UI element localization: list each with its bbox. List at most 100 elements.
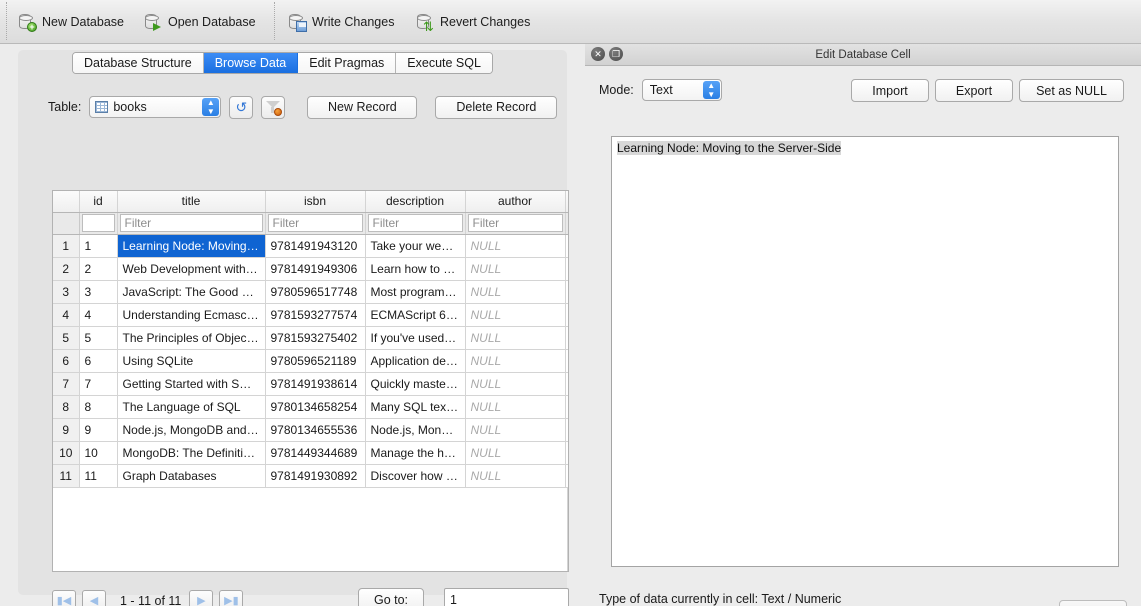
cell-isbn[interactable]: 9781491938614	[265, 372, 366, 396]
row-header[interactable]: 2	[53, 257, 80, 281]
data-grid[interactable]: id title isbn description author Filter F…	[52, 190, 569, 572]
cell-author[interactable]: NULL	[465, 372, 566, 396]
table-dropdown[interactable]: books ▲ ▼	[89, 96, 222, 118]
cell-id[interactable]: 7	[79, 372, 118, 396]
tab-browse-data[interactable]: Browse Data	[203, 53, 299, 73]
filter-cell-isbn[interactable]: Filter	[265, 212, 366, 235]
table-row[interactable]: 5 5 The Principles of Object-O... 978159327…	[53, 326, 568, 350]
tab-execute-sql[interactable]: Execute SQL	[396, 53, 492, 73]
row-header[interactable]: 1	[53, 234, 80, 258]
cell-description[interactable]: Quickly master ...	[365, 372, 466, 396]
cell-title[interactable]: The Principles of Object-O...	[117, 326, 266, 350]
goto-input[interactable]: 1	[444, 588, 569, 606]
cell-title[interactable]: Understanding Ecmascript 6	[117, 303, 266, 327]
row-header[interactable]: 6	[53, 349, 80, 373]
cell-title[interactable]: The Language of SQL	[117, 395, 266, 419]
column-header-author[interactable]: author	[465, 191, 566, 213]
table-row[interactable]: 11 11 Graph Databases 9781491930892 Discover…	[53, 464, 568, 488]
revert-changes-button[interactable]: ⇅ Revert Changes	[412, 10, 534, 34]
cell-description[interactable]: Most programmi...	[365, 280, 466, 304]
cell-isbn[interactable]: 9780134658254	[265, 395, 366, 419]
row-header[interactable]: 4	[53, 303, 80, 327]
cell-description[interactable]: ECMAScript 6 re...	[365, 303, 466, 327]
cell-description[interactable]: If you've used a...	[365, 326, 466, 350]
column-header-description[interactable]: description	[365, 191, 466, 213]
cell-id[interactable]: 6	[79, 349, 118, 373]
filter-cell-id[interactable]	[79, 212, 118, 235]
write-changes-button[interactable]: Write Changes	[284, 10, 398, 34]
table-row[interactable]: 1 1 Learning Node: Moving to ... 9781491943…	[53, 234, 568, 258]
set-as-null-button[interactable]: Set as NULL	[1019, 79, 1124, 102]
table-row[interactable]: 7 7 Getting Started with SQL:... 9781491938…	[53, 372, 568, 396]
filter-cell-description[interactable]: Filter	[365, 212, 466, 235]
cell-isbn[interactable]: 9781593277574	[265, 303, 366, 327]
cell-isbn[interactable]: 9780596517748	[265, 280, 366, 304]
table-row[interactable]: 8 8 The Language of SQL 9780134658254 Many S…	[53, 395, 568, 419]
table-row[interactable]: 2 2 Web Development with N... 9781491949306…	[53, 257, 568, 281]
table-row[interactable]: 9 9 Node.js, MongoDB and An... 978013465553…	[53, 418, 568, 442]
cell-title[interactable]: Node.js, MongoDB and An...	[117, 418, 266, 442]
close-icon[interactable]: ✕	[591, 47, 605, 61]
cell-title[interactable]: Learning Node: Moving to ...	[117, 234, 266, 258]
export-button[interactable]: Export	[935, 79, 1013, 102]
cell-isbn[interactable]: 9781449344689	[265, 441, 366, 465]
cell-isbn[interactable]: 9781491943120	[265, 234, 366, 258]
open-database-button[interactable]: Open Database	[140, 10, 260, 34]
row-header[interactable]: 10	[53, 441, 80, 465]
cell-id[interactable]: 9	[79, 418, 118, 442]
row-header[interactable]: 7	[53, 372, 80, 396]
cell-author[interactable]: NULL	[465, 395, 566, 419]
cell-author[interactable]: NULL	[465, 280, 566, 304]
filter-cell-title[interactable]: Filter	[117, 212, 266, 235]
tab-edit-pragmas[interactable]: Edit Pragmas	[298, 53, 397, 73]
cell-author[interactable]: NULL	[465, 464, 566, 488]
cell-description[interactable]: Many SQL texts...	[365, 395, 466, 419]
cell-author[interactable]: NULL	[465, 326, 566, 350]
mode-dropdown[interactable]: Text ▲ ▼	[641, 79, 722, 101]
table-row[interactable]: 10 10 MongoDB: The Definitive ... 978144934…	[53, 441, 568, 465]
cell-title[interactable]: Web Development with N...	[117, 257, 266, 281]
cell-author[interactable]: NULL	[465, 441, 566, 465]
cell-isbn[interactable]: 9781593275402	[265, 326, 366, 350]
cell-id[interactable]: 4	[79, 303, 118, 327]
previous-record-button[interactable]: ◀	[82, 589, 106, 606]
new-database-button[interactable]: New Database	[14, 10, 128, 34]
cell-id[interactable]: 1	[79, 234, 118, 258]
table-row[interactable]: 6 6 Using SQLite 9780596521189 Application d…	[53, 349, 568, 373]
cell-id[interactable]: 3	[79, 280, 118, 304]
cell-isbn[interactable]: 9780134655536	[265, 418, 366, 442]
cell-title[interactable]: Graph Databases	[117, 464, 266, 488]
filter-cell-author[interactable]: Filter	[465, 212, 566, 235]
column-header-isbn[interactable]: isbn	[265, 191, 366, 213]
cell-author[interactable]: NULL	[465, 303, 566, 327]
cell-title[interactable]: Using SQLite	[117, 349, 266, 373]
table-row[interactable]: 3 3 JavaScript: The Good Parts 978059651774…	[53, 280, 568, 304]
cell-id[interactable]: 11	[79, 464, 118, 488]
cell-id[interactable]: 2	[79, 257, 118, 281]
cell-id[interactable]: 5	[79, 326, 118, 350]
goto-button[interactable]: Go to:	[358, 588, 424, 606]
column-header-title[interactable]: title	[117, 191, 266, 213]
refresh-button[interactable]: ↺	[229, 95, 254, 119]
cell-title[interactable]: Getting Started with SQL:...	[117, 372, 266, 396]
next-record-button[interactable]: ▶	[189, 589, 214, 606]
cell-author[interactable]: NULL	[465, 257, 566, 281]
cell-title[interactable]: JavaScript: The Good Parts	[117, 280, 266, 304]
cell-author[interactable]: NULL	[465, 234, 566, 258]
import-button[interactable]: Import	[851, 79, 929, 102]
last-record-button[interactable]: ▶▮	[219, 589, 244, 606]
cell-author[interactable]: NULL	[465, 418, 566, 442]
cell-id[interactable]: 8	[79, 395, 118, 419]
column-header-id[interactable]: id	[79, 191, 118, 213]
cell-isbn[interactable]: 9781491930892	[265, 464, 366, 488]
cell-editor-textarea[interactable]: Learning Node: Moving to the Server-Side	[611, 136, 1119, 567]
row-header[interactable]: 5	[53, 326, 80, 350]
clear-filters-button[interactable]	[261, 95, 286, 119]
cell-isbn[interactable]: 9781491949306	[265, 257, 366, 281]
delete-record-button[interactable]: Delete Record	[435, 95, 558, 119]
cell-author[interactable]: NULL	[465, 349, 566, 373]
row-header[interactable]: 3	[53, 280, 80, 304]
undock-icon[interactable]: ❐	[609, 47, 623, 61]
cell-description[interactable]: Node.js, Mongo...	[365, 418, 466, 442]
table-row[interactable]: 4 4 Understanding Ecmascript 6 978159327757…	[53, 303, 568, 327]
